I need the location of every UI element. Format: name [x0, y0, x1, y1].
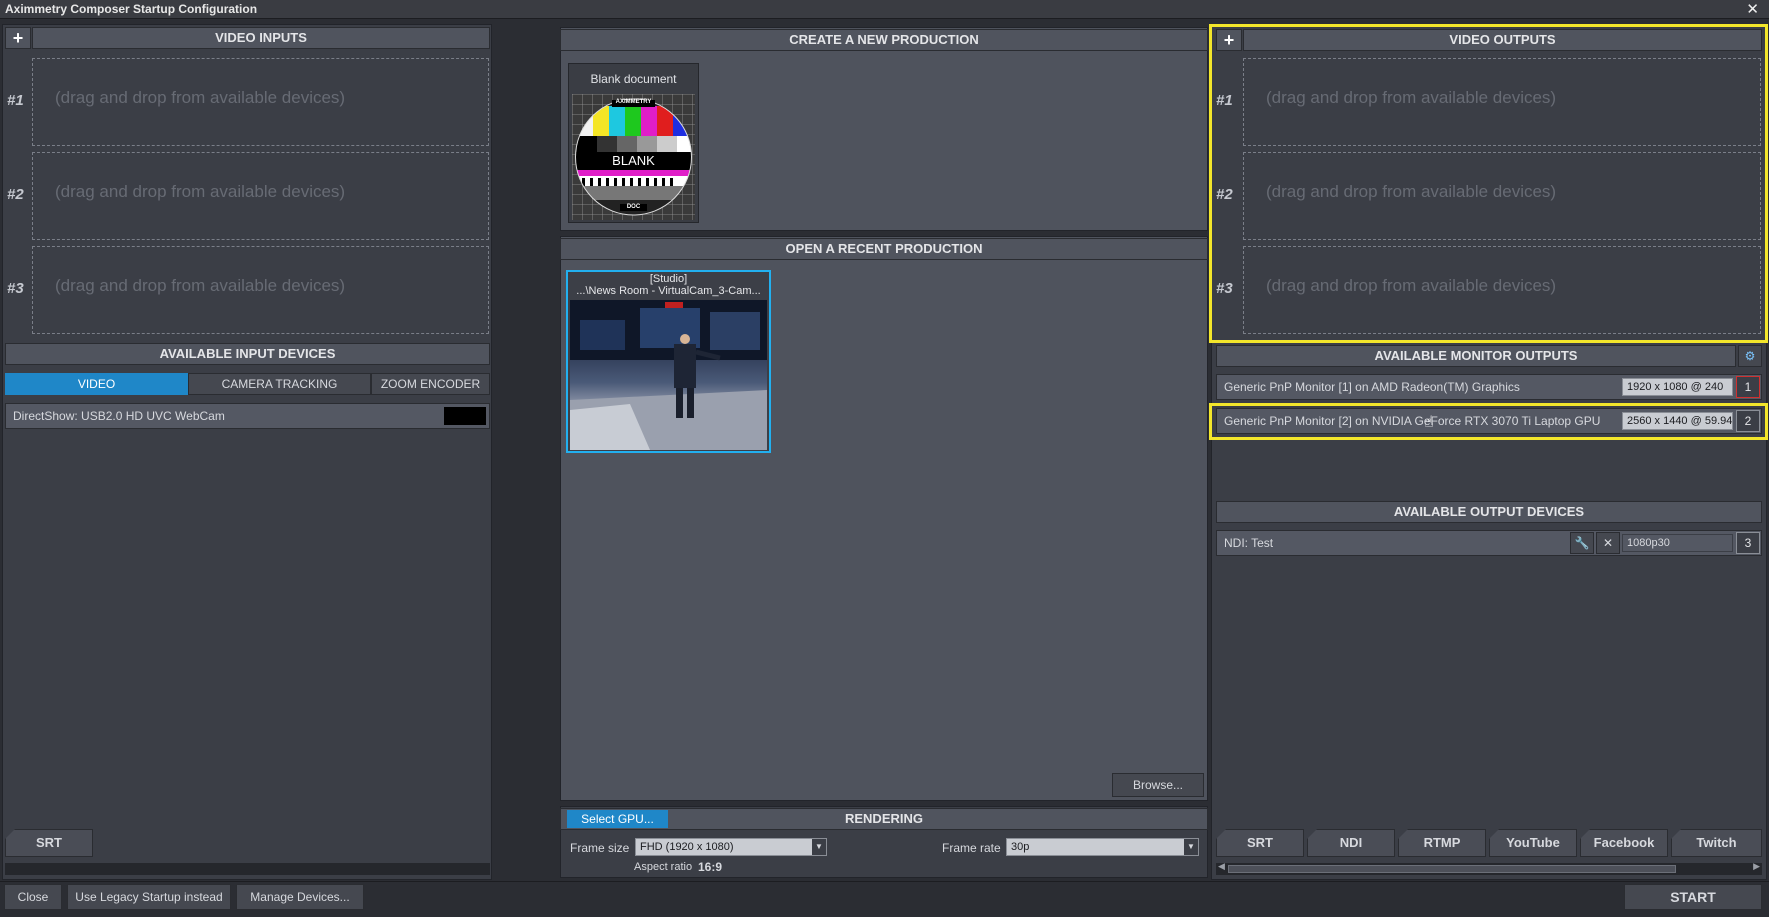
- output-tab-rtmp[interactable]: RTMP: [1398, 829, 1486, 857]
- monitor-row-2-highlight: [1209, 403, 1768, 440]
- recent-item-line1: [Studio]: [649, 273, 688, 285]
- test-card-top-text: AXIMMETRY: [615, 99, 652, 105]
- window-title: Aximmetry Composer Startup Configuration: [5, 2, 258, 16]
- chevron-down-icon: ▼: [1184, 839, 1198, 855]
- tab-video[interactable]: VIDEO: [5, 373, 188, 395]
- frame-size-select[interactable]: FHD (1920 x 1080) ▼: [635, 838, 827, 856]
- use-legacy-startup-button[interactable]: Use Legacy Startup instead: [67, 884, 231, 910]
- monitor-outputs-header: AVAILABLE MONITOR OUTPUTS: [1216, 345, 1736, 367]
- add-video-input-button[interactable]: +: [5, 27, 31, 49]
- manage-devices-button[interactable]: Manage Devices...: [236, 884, 364, 910]
- monitor-settings-icon[interactable]: ⚙: [1738, 345, 1762, 367]
- output-tab-youtube[interactable]: YouTube: [1489, 829, 1577, 857]
- frame-rate-value: 30p: [1011, 841, 1030, 853]
- recent-item-line2: ...\News Room - VirtualCam_3-Cam...: [576, 285, 761, 297]
- video-outputs-highlight: [1209, 24, 1768, 343]
- monitor-label: Generic PnP Monitor [1] on AMD Radeon(TM…: [1224, 380, 1520, 394]
- frame-size-label: Frame size: [570, 841, 630, 855]
- output-device-index[interactable]: 3: [1736, 532, 1760, 554]
- test-card-bottom-text: DOC: [626, 204, 641, 210]
- video-input-slot-1[interactable]: (drag and drop from available devices): [32, 58, 489, 146]
- output-device-label: NDI: Test: [1224, 536, 1274, 550]
- close-icon[interactable]: ✕: [1746, 0, 1759, 18]
- aspect-ratio-value: 16:9: [698, 860, 723, 874]
- window-titlebar: Aximmetry Composer Startup Configuration…: [0, 0, 1769, 19]
- video-inputs-header: VIDEO INPUTS: [32, 27, 490, 49]
- tab-zoom-encoder-label[interactable]: ZOOM ENCODER: [371, 373, 490, 395]
- create-production-header: CREATE A NEW PRODUCTION: [560, 29, 1208, 51]
- input-device-label: DirectShow: USB2.0 HD UVC WebCam: [13, 409, 225, 423]
- monitor-mode-1[interactable]: 1920 x 1080 @ 240: [1622, 378, 1733, 396]
- recent-production-item[interactable]: [Studio] ...\News Room - VirtualCam_3-Ca…: [566, 270, 771, 453]
- video-input-slot-3[interactable]: (drag and drop from available devices): [32, 246, 489, 334]
- video-input-slot-num: #2: [7, 186, 24, 203]
- wrench-icon[interactable]: 🔧: [1570, 532, 1594, 554]
- recent-production-header: OPEN A RECENT PRODUCTION: [560, 238, 1208, 260]
- blank-document-tile[interactable]: Blank document AXIMMETRY BLANK DOC: [568, 63, 699, 223]
- close-button[interactable]: Close: [4, 884, 62, 910]
- frame-size-value: FHD (1920 x 1080): [640, 841, 734, 853]
- output-tab-facebook[interactable]: Facebook: [1580, 829, 1668, 857]
- browse-button[interactable]: Browse...: [1112, 773, 1204, 797]
- start-button[interactable]: START: [1624, 884, 1762, 910]
- output-tab-ndi[interactable]: NDI: [1307, 829, 1395, 857]
- scrollbar-thumb[interactable]: [1228, 865, 1676, 873]
- select-gpu-button[interactable]: Select GPU...: [567, 810, 668, 828]
- monitor-index-1[interactable]: 1: [1736, 376, 1760, 398]
- left-scroll-bar[interactable]: [5, 863, 490, 875]
- output-tabs-scrollbar[interactable]: ◀ ▶: [1216, 861, 1762, 875]
- srt-input-tab[interactable]: SRT: [5, 829, 93, 857]
- available-input-devices-header: AVAILABLE INPUT DEVICES: [5, 343, 490, 365]
- tab-camera-tracking[interactable]: CAMERA TRACKING: [188, 373, 371, 395]
- blank-document-thumbnail: AXIMMETRY BLANK DOC: [572, 94, 695, 220]
- video-input-slot-2[interactable]: (drag and drop from available devices): [32, 152, 489, 240]
- output-tab-srt[interactable]: SRT: [1216, 829, 1304, 857]
- frame-rate-label: Frame rate: [942, 841, 1001, 855]
- output-tab-twitch[interactable]: Twitch: [1671, 829, 1762, 857]
- studio-scene-image: [570, 300, 767, 450]
- test-card-main-text: BLANK: [612, 153, 655, 168]
- video-input-slot-num: #1: [7, 92, 24, 109]
- input-device-row[interactable]: DirectShow: USB2.0 HD UVC WebCam: [5, 403, 490, 429]
- output-devices-header: AVAILABLE OUTPUT DEVICES: [1216, 501, 1762, 523]
- recent-item-thumbnail: [570, 300, 767, 450]
- chevron-down-icon: ▼: [812, 839, 826, 855]
- scroll-left-icon[interactable]: ◀: [1218, 861, 1225, 872]
- scroll-right-icon[interactable]: ▶: [1753, 861, 1760, 872]
- frame-rate-select[interactable]: 30p ▼: [1006, 838, 1199, 856]
- video-input-slot-num: #3: [7, 280, 24, 297]
- hand-cursor-icon: ☝: [1424, 414, 1434, 431]
- aspect-ratio-label: Aspect ratio: [634, 861, 693, 873]
- device-preview-swatch: [444, 407, 486, 425]
- output-device-format[interactable]: 1080p30: [1622, 534, 1733, 552]
- remove-icon[interactable]: ✕: [1596, 532, 1620, 554]
- blank-document-label: Blank document: [590, 72, 677, 86]
